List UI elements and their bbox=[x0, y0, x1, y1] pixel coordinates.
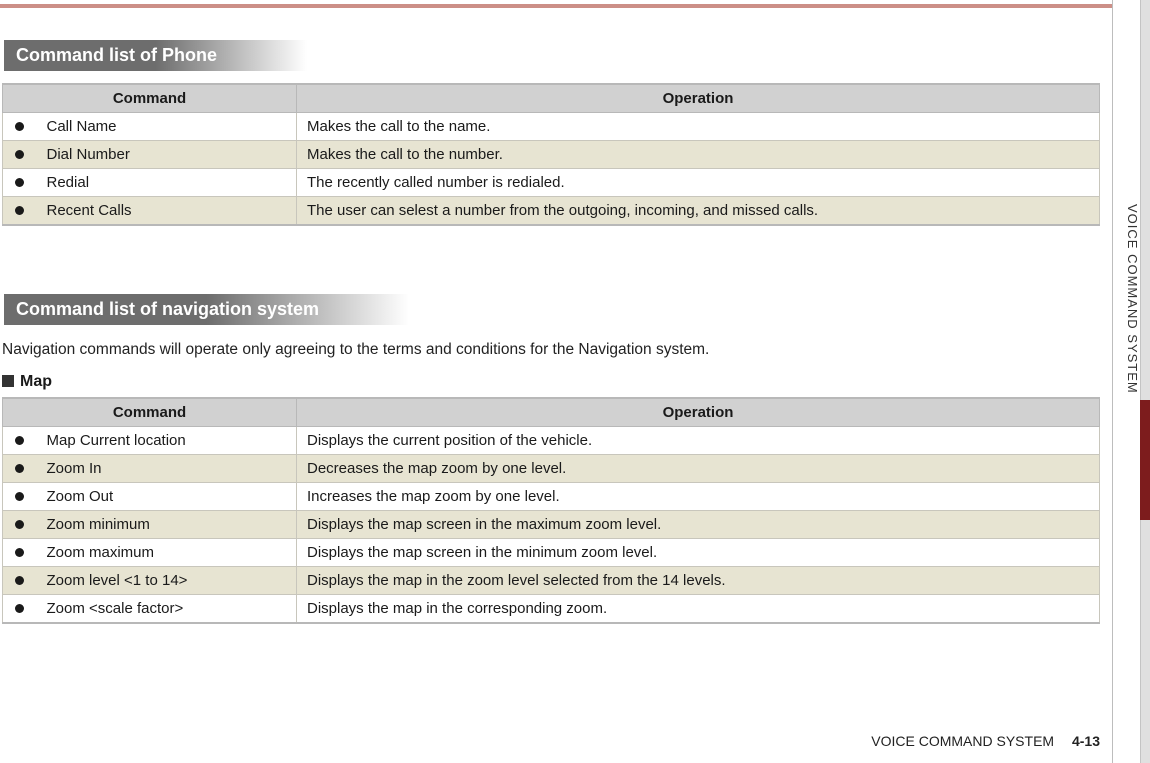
command-cell: Zoom <scale factor> bbox=[37, 595, 297, 624]
bullet-icon bbox=[3, 595, 37, 624]
section-spacer bbox=[0, 226, 1100, 284]
bullet-icon bbox=[3, 511, 37, 539]
command-cell: Map Current location bbox=[37, 427, 297, 455]
command-cell: Call Name bbox=[37, 113, 297, 141]
navigation-note: Navigation commands will operate only ag… bbox=[2, 341, 1100, 359]
table-row: Map Current location Displays the curren… bbox=[3, 427, 1100, 455]
phone-table-header-operation: Operation bbox=[297, 84, 1100, 113]
table-row: Zoom maximum Displays the map screen in … bbox=[3, 539, 1100, 567]
command-cell: Zoom level <1 to 14> bbox=[37, 567, 297, 595]
command-cell: Redial bbox=[37, 169, 297, 197]
phone-command-table: Command Operation Call Name Makes the ca… bbox=[2, 83, 1100, 226]
top-color-strip bbox=[0, 4, 1130, 8]
operation-cell: Makes the call to the number. bbox=[297, 141, 1100, 169]
command-cell: Dial Number bbox=[37, 141, 297, 169]
side-grey-band bbox=[1140, 0, 1150, 763]
section-title-navigation: Command list of navigation system bbox=[4, 294, 409, 325]
map-table-header-operation: Operation bbox=[297, 398, 1100, 427]
page-root: Command list of Phone Command Operation … bbox=[0, 0, 1150, 763]
table-row: Dial Number Makes the call to the number… bbox=[3, 141, 1100, 169]
bullet-icon bbox=[3, 483, 37, 511]
bullet-icon bbox=[3, 197, 37, 226]
operation-cell: Increases the map zoom by one level. bbox=[297, 483, 1100, 511]
operation-cell: Displays the map in the zoom level selec… bbox=[297, 567, 1100, 595]
phone-table-header-command: Command bbox=[3, 84, 297, 113]
command-cell: Zoom Out bbox=[37, 483, 297, 511]
operation-cell: Makes the call to the name. bbox=[297, 113, 1100, 141]
operation-cell: Displays the current position of the veh… bbox=[297, 427, 1100, 455]
square-bullet-icon bbox=[2, 375, 14, 387]
bullet-icon bbox=[3, 169, 37, 197]
operation-cell: The recently called number is redialed. bbox=[297, 169, 1100, 197]
side-tab-strip: VOICE COMMAND SYSTEM bbox=[1112, 0, 1150, 763]
table-row: Redial The recently called number is red… bbox=[3, 169, 1100, 197]
table-row: Call Name Makes the call to the name. bbox=[3, 113, 1100, 141]
operation-cell: Displays the map screen in the minimum z… bbox=[297, 539, 1100, 567]
footer-page-number: 4-13 bbox=[1072, 733, 1100, 749]
command-cell: Zoom minimum bbox=[37, 511, 297, 539]
section-title-phone: Command list of Phone bbox=[4, 40, 307, 71]
bullet-icon bbox=[3, 141, 37, 169]
operation-cell: Decreases the map zoom by one level. bbox=[297, 455, 1100, 483]
table-row: Zoom minimum Displays the map screen in … bbox=[3, 511, 1100, 539]
bullet-icon bbox=[3, 427, 37, 455]
bullet-icon bbox=[3, 455, 37, 483]
side-active-tab bbox=[1140, 400, 1150, 520]
table-row: Zoom Out Increases the map zoom by one l… bbox=[3, 483, 1100, 511]
table-row: Zoom <scale factor> Displays the map in … bbox=[3, 595, 1100, 624]
table-row: Zoom level <1 to 14> Displays the map in… bbox=[3, 567, 1100, 595]
side-tab-label: VOICE COMMAND SYSTEM bbox=[1114, 200, 1140, 500]
footer-section-label: VOICE COMMAND SYSTEM bbox=[871, 733, 1054, 749]
map-command-table: Command Operation Map Current location D… bbox=[2, 397, 1100, 624]
page-footer: VOICE COMMAND SYSTEM 4-13 bbox=[871, 733, 1100, 749]
table-row: Zoom In Decreases the map zoom by one le… bbox=[3, 455, 1100, 483]
operation-cell: The user can selest a number from the ou… bbox=[297, 197, 1100, 226]
table-row: Recent Calls The user can selest a numbe… bbox=[3, 197, 1100, 226]
bullet-icon bbox=[3, 113, 37, 141]
command-cell: Zoom maximum bbox=[37, 539, 297, 567]
operation-cell: Displays the map in the corresponding zo… bbox=[297, 595, 1100, 624]
command-cell: Zoom In bbox=[37, 455, 297, 483]
operation-cell: Displays the map screen in the maximum z… bbox=[297, 511, 1100, 539]
map-table-header-command: Command bbox=[3, 398, 297, 427]
map-subheading-label: Map bbox=[20, 373, 52, 390]
page-content: Command list of Phone Command Operation … bbox=[0, 30, 1100, 624]
command-cell: Recent Calls bbox=[37, 197, 297, 226]
map-subheading: Map bbox=[2, 373, 1100, 391]
bullet-icon bbox=[3, 567, 37, 595]
bullet-icon bbox=[3, 539, 37, 567]
